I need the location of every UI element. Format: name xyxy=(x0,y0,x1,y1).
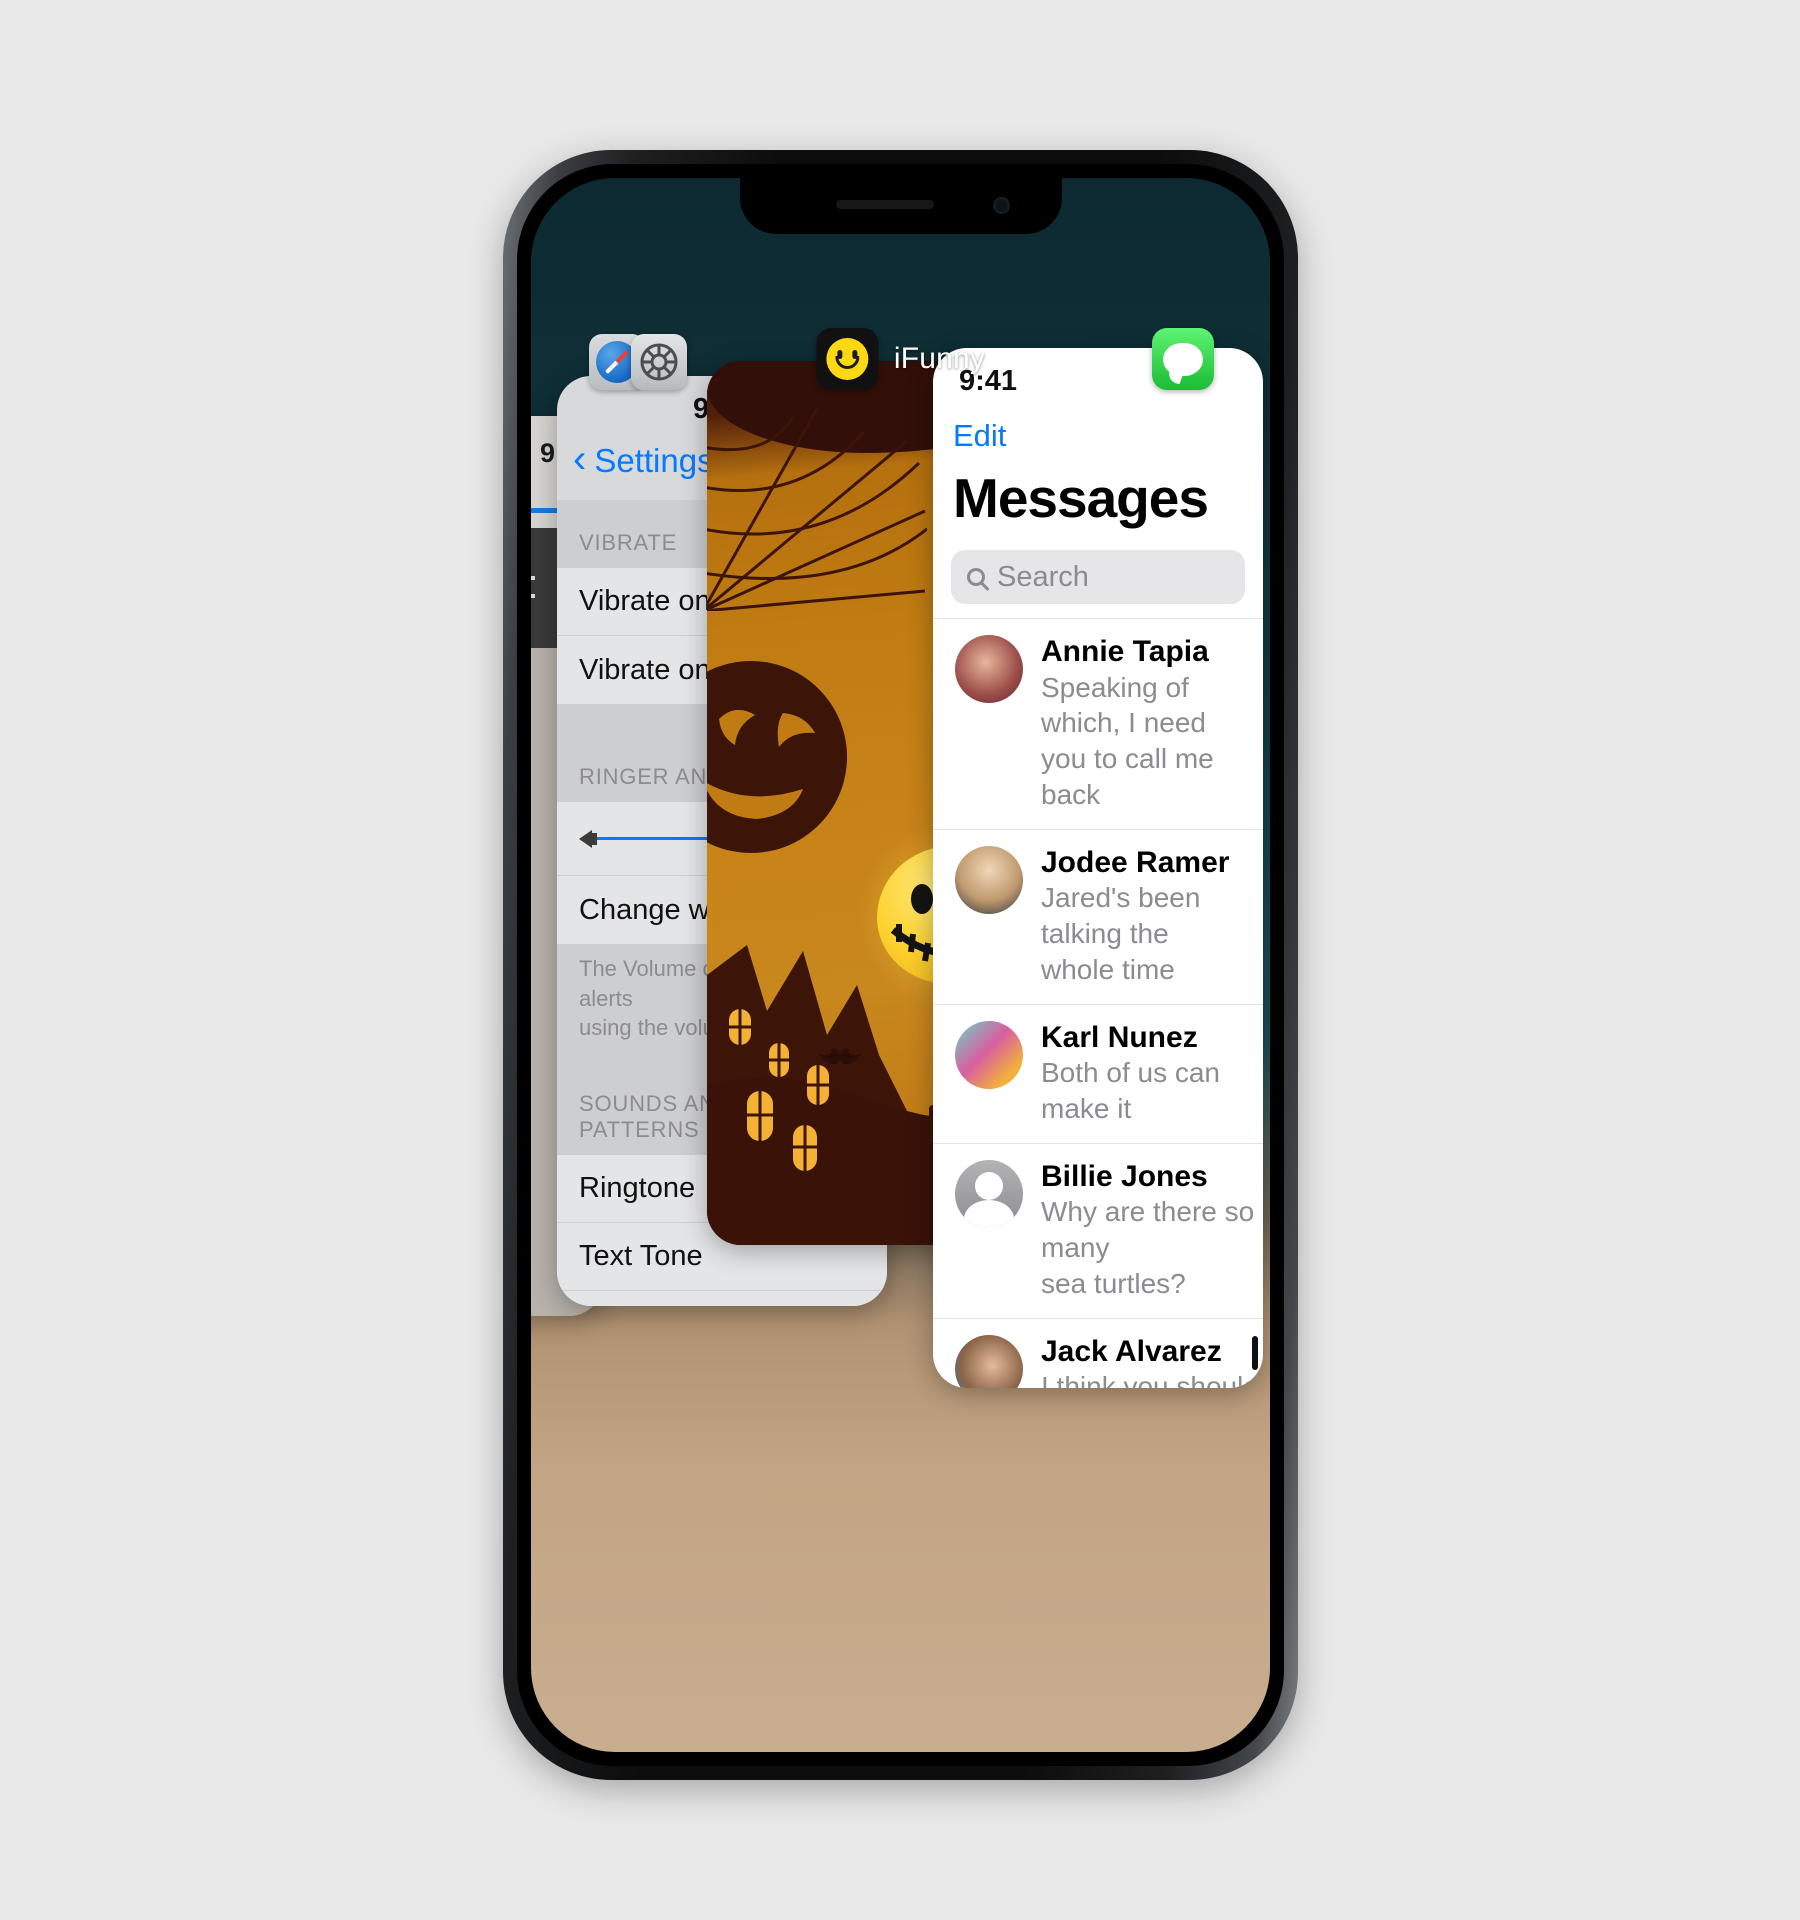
avatar xyxy=(955,1334,1023,1388)
app-chip-ifunny[interactable]: iFunny xyxy=(815,328,986,390)
search-input[interactable]: Search xyxy=(951,550,1245,604)
front-camera-icon xyxy=(992,197,1010,214)
screenshot-stage: iFunny 9:41 ‹ xyxy=(0,0,1800,1920)
search-icon xyxy=(967,568,985,586)
app-switcher-header: iFunny xyxy=(531,328,1270,406)
message-preview: Why are there so many sea turtles? xyxy=(1041,1196,1255,1300)
avatar xyxy=(955,845,1023,914)
list-item[interactable]: Karl Nunez Both of us can make it xyxy=(933,1005,1263,1144)
phone-bezel: iFunny 9:41 ‹ xyxy=(517,164,1284,1766)
settings-gear-icon[interactable] xyxy=(631,334,687,390)
list-item[interactable]: Jodee Ramer Jared's been talking the who… xyxy=(933,830,1263,1005)
scrollbar[interactable] xyxy=(1252,1336,1258,1370)
list-item[interactable]: Billie Jones Why are there so many sea t… xyxy=(933,1144,1263,1319)
phone-screen: iFunny 9:41 ‹ xyxy=(531,178,1270,1752)
contact-name: Jodee Ramer xyxy=(1041,845,1230,879)
phone-frame: iFunny 9:41 ‹ xyxy=(503,150,1298,1780)
app-label-ifunny: iFunny xyxy=(893,342,986,375)
avatar xyxy=(955,1159,1023,1228)
contact-name: Karl Nunez xyxy=(1041,1020,1198,1054)
messages-bubble-icon[interactable] xyxy=(1152,328,1214,390)
message-preview: Both of us can make it xyxy=(1041,1057,1221,1125)
contact-name: Jack Alvarez xyxy=(1041,1334,1222,1368)
search-placeholder: Search xyxy=(997,560,1089,593)
avatar xyxy=(955,635,1023,703)
earpiece-speaker xyxy=(835,200,934,209)
conversation-list: Annie Tapia Speaking of which, I need yo… xyxy=(933,618,1263,1388)
notch xyxy=(739,178,1062,234)
page-title: Messages xyxy=(953,467,1209,529)
app-chip-safari-settings[interactable] xyxy=(589,334,687,390)
message-preview: Speaking of which, I need you to call me… xyxy=(1041,671,1214,810)
gear-glyph xyxy=(640,343,678,381)
bat-icon xyxy=(817,1047,863,1071)
back-label: Settings xyxy=(594,442,714,479)
search-wrapper: Search xyxy=(933,534,1263,618)
list-item[interactable]: Annie Tapia Speaking of which, I need yo… xyxy=(933,619,1263,830)
edit-button[interactable]: Edit xyxy=(933,414,1263,466)
contact-name: Billie Jones xyxy=(1041,1159,1208,1193)
app-card-messages[interactable]: 9:41 Edit Messages Search Annie Tapia Sp… xyxy=(933,348,1263,1388)
chevron-left-icon: ‹ xyxy=(573,437,587,481)
message-preview: I think you should value our time xyxy=(1041,1371,1259,1388)
avatar xyxy=(955,1020,1023,1089)
app-chip-messages[interactable] xyxy=(1152,328,1214,390)
contact-name: Annie Tapia xyxy=(1041,635,1209,668)
list-item[interactable]: Jack Alvarez I think you should value ou… xyxy=(933,1319,1263,1388)
person-placeholder-icon xyxy=(955,1159,1023,1228)
settings-row-new-voicemail[interactable]: New Voicemail xyxy=(557,1291,887,1306)
spider-web-icon xyxy=(707,401,927,611)
ifunny-smiley-icon[interactable] xyxy=(815,328,878,390)
jack-o-lantern-silhouette xyxy=(707,661,867,861)
message-preview: Jared's been talking the whole time xyxy=(1041,882,1201,985)
